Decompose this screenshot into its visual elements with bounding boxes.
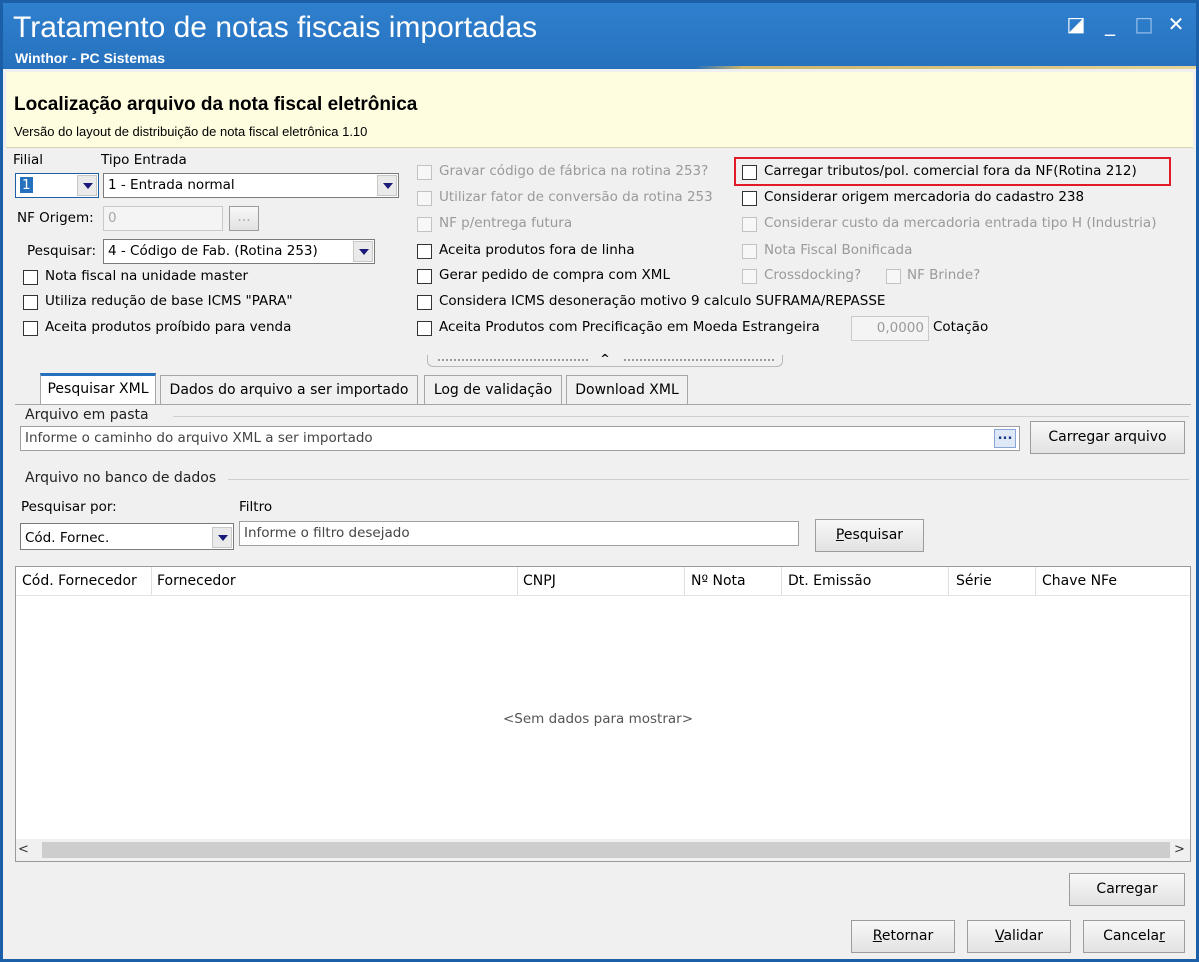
bonificada-label: Nota Fiscal Bonificada [764,242,913,258]
icms-desoneracao-label: Considera ICMS desoneração motivo 9 calc… [439,293,886,309]
col-dt-emissao[interactable]: Dt. Emissão [788,573,871,589]
cancelar-button[interactable]: Cancelar [1083,920,1185,953]
nf-brinde-checkbox[interactable] [886,269,901,284]
custo-mercadoria-checkbox[interactable] [742,217,757,232]
carregar-tributos-checkbox[interactable] [742,165,757,180]
pesquisar-value: 4 - Código de Fab. (Rotina 253) [108,243,318,259]
window-title: Tratamento de notas fiscais importadas [13,11,538,44]
maximize-icon[interactable]: □ [1131,11,1157,37]
chevron-up-icon[interactable]: ^ [598,353,612,365]
tab-download-xml[interactable]: Download XML [566,375,688,404]
chevron-down-icon[interactable] [377,175,397,196]
scrollbar-thumb[interactable] [42,842,1170,858]
entrega-futura-checkbox[interactable] [417,217,432,232]
search-button[interactable]: Pesquisar [815,519,924,552]
tab-log-validacao[interactable]: Log de validação [424,375,562,404]
crossdocking-checkbox[interactable] [742,269,757,284]
crossdocking-label: Crossdocking? [764,267,862,283]
cotacao-label: Cotação [933,319,989,335]
pedido-compra-checkbox[interactable] [417,269,432,284]
origem-mercadoria-checkbox[interactable] [742,191,757,206]
pesquisar-label: Pesquisar: [27,243,97,259]
carregar-tributos-label: Carregar tributos/pol. comercial fora da… [764,163,1137,179]
search-by-select[interactable]: Cód. Fornec. [20,523,234,550]
nf-origem-label: NF Origem: [17,210,94,226]
bonificada-checkbox[interactable] [742,244,757,259]
empty-grid-message: <Sem dados para mostrar> [503,711,694,727]
master-unit-checkbox[interactable] [23,270,38,285]
icms-desoneracao-checkbox[interactable] [417,295,432,310]
form-header: Localização arquivo da nota fiscal eletr… [6,72,1193,148]
main-window: Tratamento de notas fiscais importadas W… [0,0,1199,962]
minimize-icon[interactable]: _ [1097,11,1123,37]
search-by-label: Pesquisar por: [21,499,117,515]
fator-conversao-checkbox[interactable] [417,191,432,206]
tipo-entrada-select[interactable]: 1 - Entrada normal [103,173,399,198]
header-title: Localização arquivo da nota fiscal eletr… [14,94,418,115]
prohibited-products-label: Aceita produtos proíbido para venda [45,319,292,335]
header-subtitle: Versão do layout de distribuição de nota… [14,124,368,139]
col-chave-nfe[interactable]: Chave NFe [1042,573,1117,589]
master-unit-label: Nota fiscal na unidade master [45,268,249,284]
col-cod-fornecedor[interactable]: Cód. Fornecedor [22,573,137,589]
scroll-right-icon[interactable]: > [1174,842,1190,857]
filial-select[interactable]: 1 [15,173,99,198]
fora-linha-checkbox[interactable] [417,244,432,259]
xml-path-input[interactable]: Informe o caminho do arquivo XML a ser i… [20,426,1020,451]
moeda-estrangeira-label: Aceita Produtos com Precificação em Moed… [439,319,820,335]
nf-origem-input[interactable]: 0 [103,206,223,231]
carregar-button[interactable]: Carregar [1069,873,1185,906]
col-cnpj[interactable]: CNPJ [523,573,556,589]
nf-origem-browse-button[interactable]: ... [229,206,259,231]
db-group-label: Arquivo no banco de dados [25,470,217,486]
entrega-futura-label: NF p/entrega futura [439,215,573,231]
load-file-button[interactable]: Carregar arquivo [1030,421,1185,454]
validar-button[interactable]: Validar [967,920,1071,953]
filter-input[interactable]: Informe o filtro desejado [239,521,799,546]
pedido-compra-label: Gerar pedido de compra com XML [439,267,670,283]
icms-para-checkbox[interactable] [23,295,38,310]
collapse-splitter[interactable]: ^ [427,353,783,367]
prohibited-products-checkbox[interactable] [23,321,38,336]
filial-value: 1 [20,177,33,193]
browse-icon[interactable]: ... [994,429,1016,448]
gravar-codigo-checkbox[interactable] [417,165,432,180]
filter-label: Filtro [239,499,273,515]
fora-linha-label: Aceita produtos fora de linha [439,242,635,258]
chevron-down-icon[interactable] [77,175,97,196]
search-by-value: Cód. Fornec. [25,530,110,546]
tab-pesquisar-xml[interactable]: Pesquisar XML [40,373,156,404]
fator-conversao-label: Utilizar fator de conversão da rotina 25… [439,189,713,205]
title-stripe [3,66,1196,69]
col-serie[interactable]: Série [956,573,992,589]
icms-para-label: Utiliza redução de base ICMS "PARA" [45,293,293,309]
filial-label: Filial [13,152,44,168]
pesquisar-select[interactable]: 4 - Código de Fab. (Rotina 253) [103,239,375,264]
moeda-estrangeira-checkbox[interactable] [417,321,432,336]
tipo-entrada-value: 1 - Entrada normal [108,177,235,193]
col-numero-nota[interactable]: Nº Nota [691,573,746,589]
retornar-button[interactable]: Retornar [851,920,955,953]
tipo-entrada-label: Tipo Entrada [101,152,187,168]
nf-brinde-label: NF Brinde? [907,267,981,283]
col-fornecedor[interactable]: Fornecedor [157,573,236,589]
tab-dados-arquivo[interactable]: Dados do arquivo a ser importado [160,375,418,404]
custo-mercadoria-label: Considerar custo da mercadoria entrada t… [764,215,1157,231]
chevron-down-icon[interactable] [212,527,232,548]
gravar-codigo-label: Gravar código de fábrica na rotina 253? [439,163,709,179]
title-bar: Tratamento de notas fiscais importadas W… [3,3,1196,69]
restore-icon[interactable]: ◪ [1063,11,1089,37]
folder-group-label: Arquivo em pasta [25,407,149,423]
origem-mercadoria-label: Considerar origem mercadoria do cadastro… [764,189,1085,205]
chevron-down-icon[interactable] [353,241,373,262]
scroll-left-icon[interactable]: < [18,842,34,857]
cotacao-input[interactable]: 0,0000 [851,316,929,341]
close-icon[interactable]: ✕ [1163,11,1189,37]
horizontal-scrollbar[interactable]: < > [16,839,1190,861]
window-subtitle: Winthor - PC Sistemas [15,50,166,66]
